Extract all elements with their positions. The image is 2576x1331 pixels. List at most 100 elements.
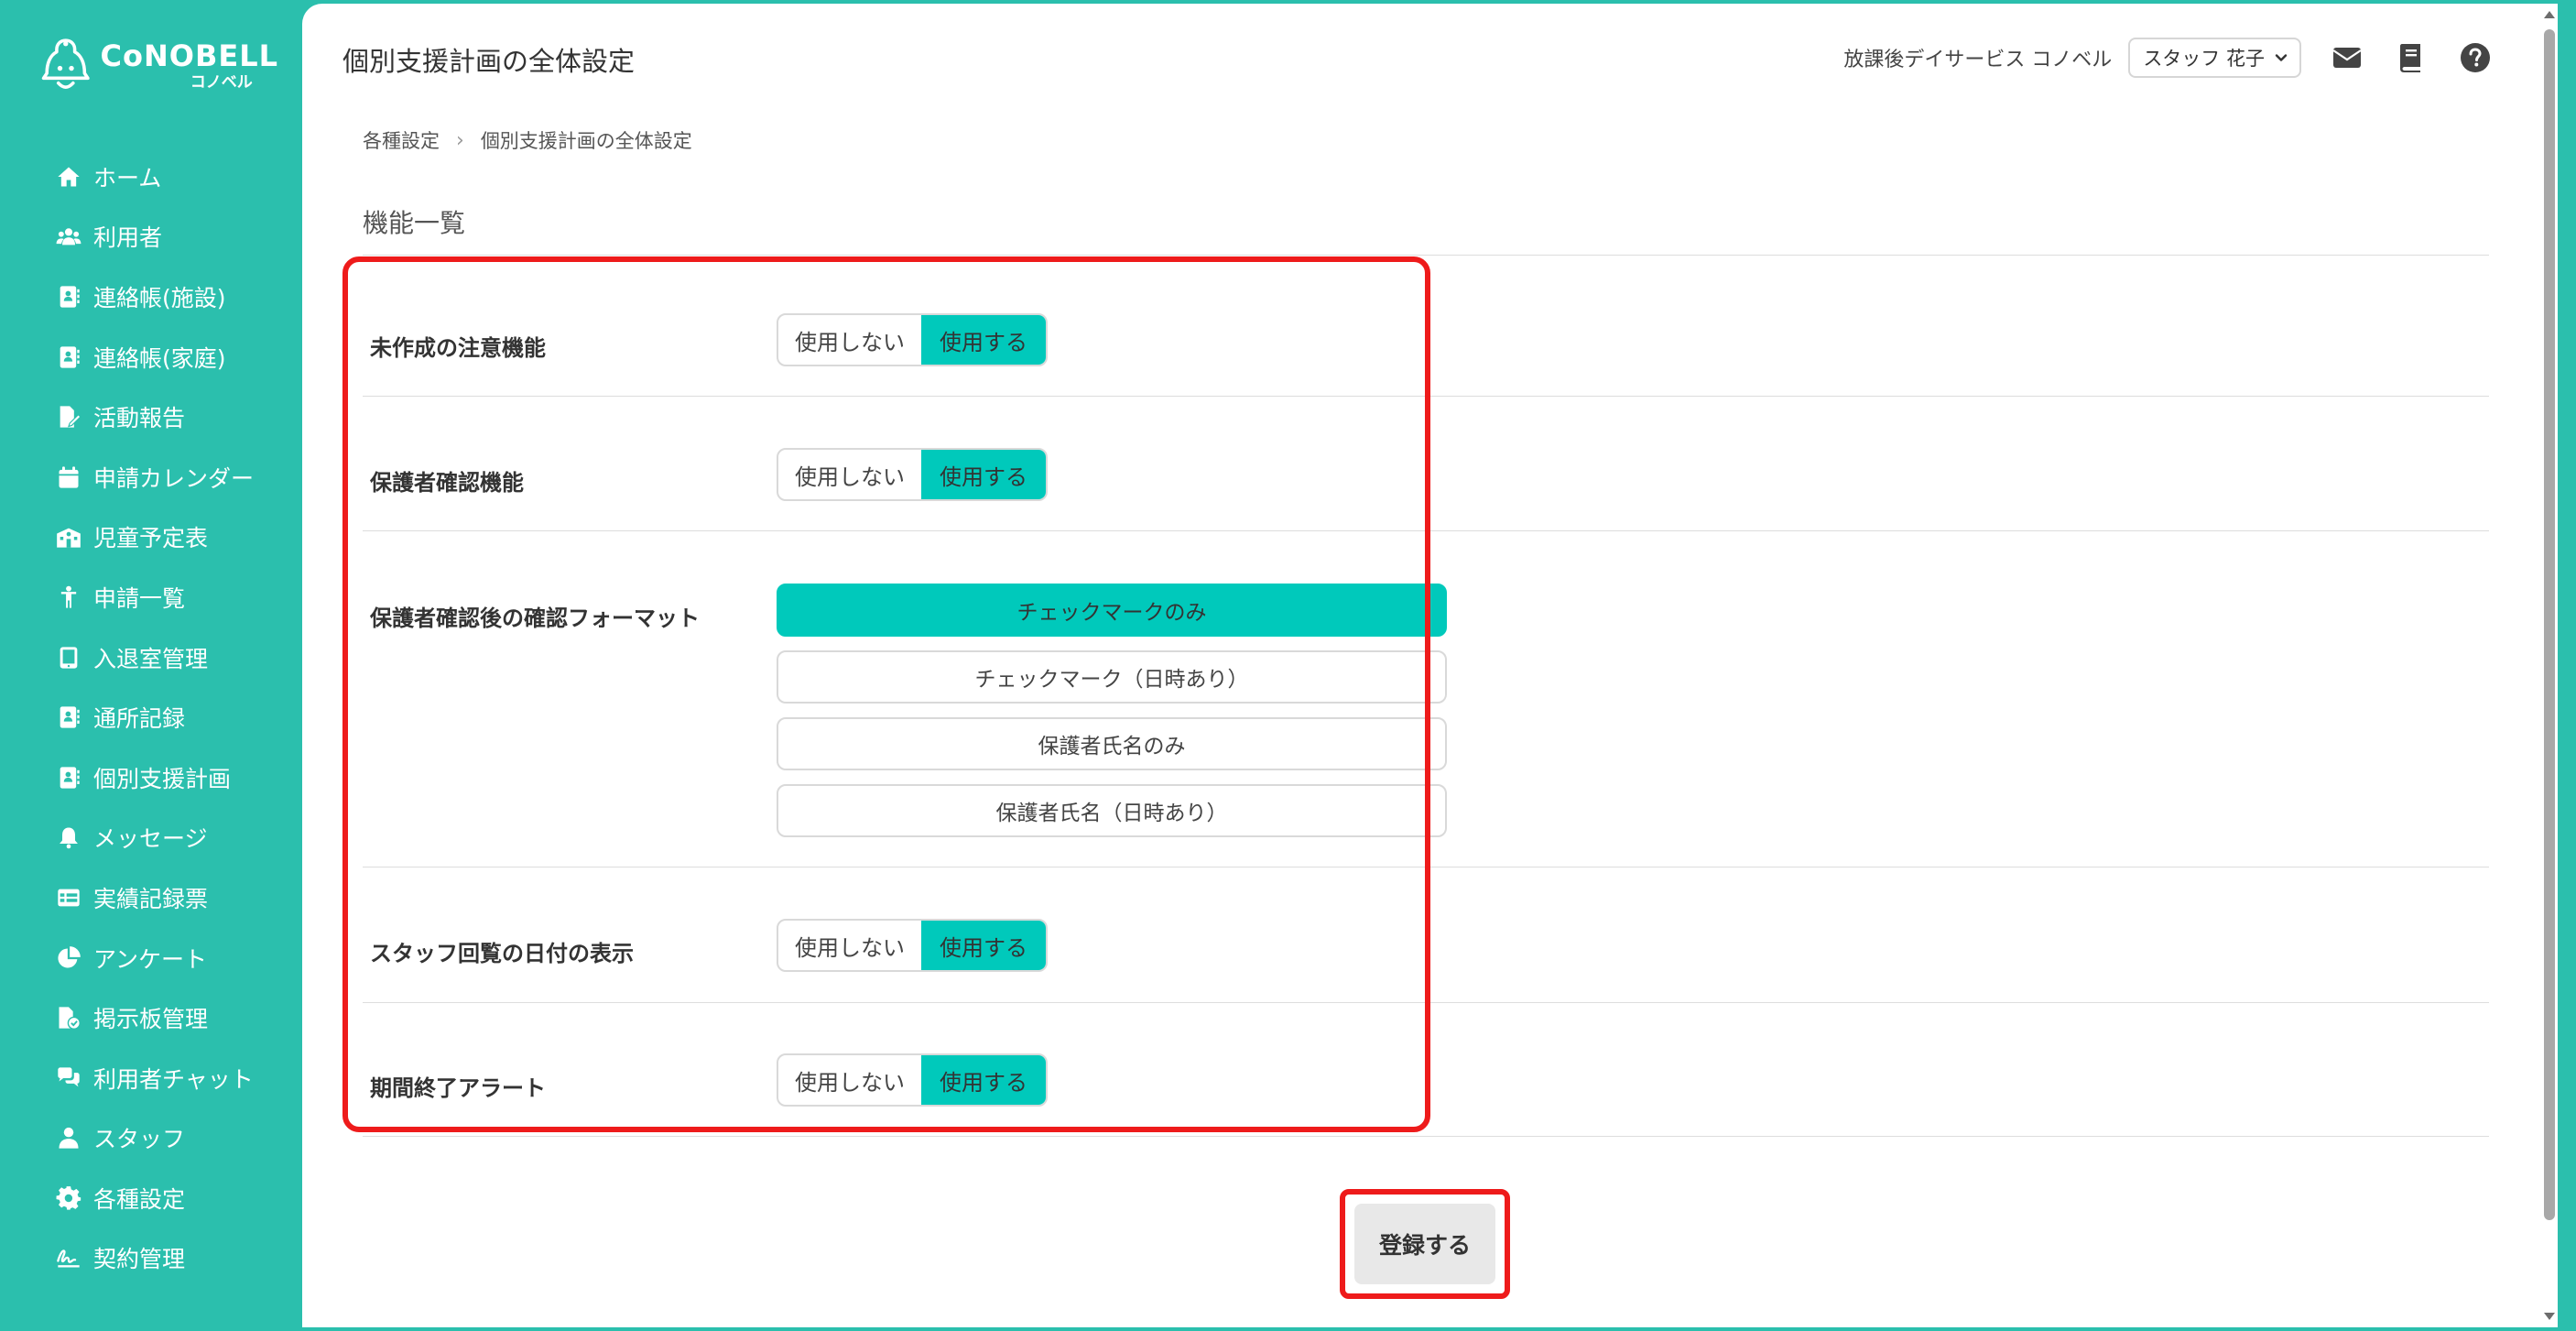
- sidebar-item-settings[interactable]: 各種設定: [0, 1168, 302, 1228]
- sidebar-item-request-list[interactable]: 申請一覧: [0, 567, 302, 627]
- section-title: 機能一覧: [363, 208, 466, 238]
- sidebar-item-activity-report[interactable]: 活動報告: [0, 387, 302, 447]
- home-icon: [55, 163, 82, 191]
- confirm-format-label: 保護者確認後の確認フォーマット: [370, 605, 700, 631]
- sidebar-item-support-plan[interactable]: 個別支援計画: [0, 747, 302, 808]
- staff-view-date-toggle: 使用しない 使用する: [777, 919, 1048, 972]
- sidebar-item-survey[interactable]: アンケート: [0, 928, 302, 988]
- period-end-alert-toggle: 使用しない 使用する: [777, 1053, 1048, 1107]
- scrollbar[interactable]: [2539, 4, 2558, 1327]
- logo[interactable]: CoNOBELL コノベル: [40, 33, 278, 97]
- guardian-confirm-off-button[interactable]: 使用しない: [778, 450, 921, 499]
- sidebar-item-label: 掲示板管理: [93, 1006, 209, 1033]
- sidebar-item-label: 連絡帳(家庭): [93, 344, 226, 372]
- staff-view-date-off-button[interactable]: 使用しない: [778, 921, 921, 970]
- divider: [363, 530, 2489, 531]
- staff-view-date-label: スタッフ回覧の日付の表示: [370, 941, 634, 966]
- guardian-confirm-on-button[interactable]: 使用する: [921, 450, 1046, 499]
- unfinished-alert-on-button[interactable]: 使用する: [921, 315, 1046, 365]
- unfinished-alert-off-button[interactable]: 使用しない: [778, 315, 921, 365]
- gear-icon: [55, 1184, 82, 1212]
- unfinished-alert-label: 未作成の注意機能: [370, 335, 546, 361]
- unfinished-alert-toggle: 使用しない 使用する: [777, 313, 1048, 366]
- period-end-alert-off-button[interactable]: 使用しない: [778, 1055, 921, 1105]
- sidebar-item-label: メッセージ: [93, 825, 208, 853]
- sidebar-item-child-schedule[interactable]: 児童予定表: [0, 507, 302, 568]
- divider: [363, 1136, 2489, 1137]
- sidebar-item-label: 個別支援計画: [93, 765, 232, 792]
- tablet-icon: [55, 644, 82, 671]
- sidebar-item-label: 申請カレンダー: [93, 464, 255, 492]
- breadcrumb-parent-link[interactable]: 各種設定: [363, 126, 440, 154]
- divider: [363, 1002, 2489, 1003]
- app-window: CoNOBELL コノベル ホーム 利用者 連絡帳(施設) 連絡帳(家庭) 活動…: [0, 0, 2576, 1331]
- scroll-up-icon[interactable]: [2544, 11, 2555, 18]
- sidebar-item-home[interactable]: ホーム: [0, 147, 302, 207]
- submit-highlight-box: 登録する: [1340, 1189, 1510, 1299]
- sidebar: CoNOBELL コノベル ホーム 利用者 連絡帳(施設) 連絡帳(家庭) 活動…: [0, 0, 302, 1331]
- chevron-right-icon: ›: [456, 128, 464, 152]
- staff-view-date-on-button[interactable]: 使用する: [921, 921, 1046, 970]
- sidebar-item-entry-exit[interactable]: 入退室管理: [0, 627, 302, 688]
- mail-icon[interactable]: [2329, 39, 2365, 76]
- sidebar-item-label: ホーム: [93, 164, 162, 191]
- contact-book-icon: [55, 344, 82, 371]
- divider: [363, 255, 2489, 256]
- sidebar-item-label: 利用者: [93, 224, 163, 252]
- sidebar-nav: ホーム 利用者 連絡帳(施設) 連絡帳(家庭) 活動報告 申請カレンダー 児童予…: [0, 147, 302, 1288]
- page-title: 個別支援計画の全体設定: [342, 46, 636, 77]
- sidebar-item-contract[interactable]: 契約管理: [0, 1228, 302, 1289]
- manual-book-icon[interactable]: [2393, 39, 2429, 76]
- staff-select[interactable]: スタッフ 花子: [2128, 38, 2301, 78]
- sidebar-item-attendance-record[interactable]: 通所記録: [0, 687, 302, 747]
- guardian-confirm-toggle: 使用しない 使用する: [777, 448, 1048, 501]
- divider: [363, 396, 2489, 397]
- sidebar-item-users[interactable]: 利用者: [0, 207, 302, 267]
- breadcrumb: 各種設定 › 個別支援計画の全体設定: [363, 126, 692, 154]
- chevron-down-icon: [2275, 54, 2288, 61]
- plan-book-icon: [55, 764, 82, 791]
- contact-book-icon: [55, 283, 82, 311]
- sidebar-item-label: スタッフ: [93, 1126, 186, 1153]
- scrollbar-thumb[interactable]: [2544, 29, 2555, 1220]
- staff-icon: [55, 1124, 82, 1151]
- sidebar-item-user-chat[interactable]: 利用者チャット: [0, 1048, 302, 1108]
- sidebar-item-contact-facility[interactable]: 連絡帳(施設): [0, 267, 302, 327]
- format-option-checkmark[interactable]: チェックマークのみ: [777, 584, 1447, 637]
- format-option-guardian-name[interactable]: 保護者氏名のみ: [777, 717, 1447, 770]
- sidebar-item-label: アンケート: [93, 945, 208, 973]
- sidebar-item-label: 入退室管理: [93, 645, 209, 672]
- help-icon[interactable]: [2457, 39, 2494, 76]
- school-building-icon: [55, 523, 82, 551]
- sidebar-item-message[interactable]: メッセージ: [0, 808, 302, 868]
- sidebar-item-label: 各種設定: [93, 1185, 186, 1213]
- sidebar-item-request-calendar[interactable]: 申請カレンダー: [0, 447, 302, 507]
- submit-button[interactable]: 登録する: [1354, 1204, 1495, 1284]
- format-option-checkmark-datetime[interactable]: チェックマーク（日時あり）: [777, 650, 1447, 704]
- sidebar-item-label: 利用者チャット: [93, 1065, 254, 1093]
- board-file-icon: [55, 1004, 82, 1031]
- record-book-icon: [55, 704, 82, 731]
- sidebar-item-label: 活動報告: [93, 405, 186, 432]
- scroll-down-icon[interactable]: [2544, 1313, 2555, 1320]
- sidebar-item-staff[interactable]: スタッフ: [0, 1108, 302, 1169]
- users-icon: [55, 223, 82, 250]
- format-option-guardian-name-datetime[interactable]: 保護者氏名（日時あり）: [777, 784, 1447, 837]
- sidebar-item-label: 実績記録票: [93, 885, 209, 912]
- chat-icon: [55, 1064, 82, 1092]
- brand-name: CoNOBELL: [100, 38, 278, 73]
- pie-chart-icon: [55, 944, 82, 972]
- guardian-confirm-label: 保護者確認機能: [370, 470, 524, 496]
- header-toolbar: 放課後デイサービス コノベル スタッフ 花子: [1843, 37, 2494, 79]
- sidebar-item-performance-record[interactable]: 実績記録票: [0, 867, 302, 928]
- period-end-alert-on-button[interactable]: 使用する: [921, 1055, 1046, 1105]
- period-end-alert-label: 期間終了アラート: [370, 1075, 546, 1101]
- table-icon: [55, 884, 82, 911]
- staff-select-value: スタッフ 花子: [2143, 48, 2265, 70]
- child-icon: [55, 584, 82, 611]
- sidebar-item-board-management[interactable]: 掲示板管理: [0, 987, 302, 1048]
- bell-icon: [55, 824, 82, 851]
- calendar-icon: [55, 464, 82, 491]
- brand-sub: コノベル: [190, 73, 253, 92]
- sidebar-item-contact-home[interactable]: 連絡帳(家庭): [0, 327, 302, 387]
